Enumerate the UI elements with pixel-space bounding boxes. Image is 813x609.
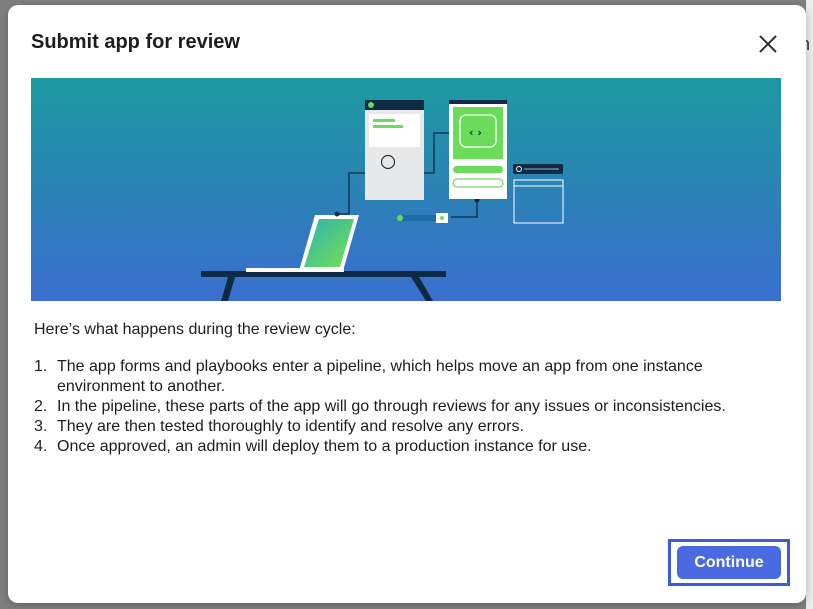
step-number: 2.: [34, 398, 48, 415]
list-item: 1. The app forms and playbooks enter a p…: [34, 357, 784, 397]
close-button[interactable]: [754, 30, 782, 58]
step-number: 3.: [34, 418, 48, 435]
continue-button[interactable]: Continue: [677, 546, 781, 579]
review-cycle-intro: Here’s what happens during the review cy…: [34, 321, 356, 338]
svg-text:‹ ›: ‹ ›: [469, 126, 482, 139]
close-icon: [759, 35, 777, 53]
step-text: In the pipeline, these parts of the app …: [57, 398, 726, 415]
step-number: 1.: [34, 358, 48, 375]
status-window-graphic: [513, 164, 564, 224]
list-item: 2. In the pipeline, these parts of the a…: [34, 397, 784, 417]
dialog-title: Submit app for review: [31, 31, 240, 53]
step-text: Once approved, an admin will deploy them…: [57, 438, 592, 455]
background-page-edge: [806, 0, 813, 609]
laptop-graphic: [246, 215, 359, 272]
step-text: They are then tested thoroughly to ident…: [57, 418, 524, 435]
laptop-pipeline-illustration: ‹ ›: [201, 100, 564, 301]
list-item: 3. They are then tested thoroughly to id…: [34, 417, 784, 437]
step-text: The app forms and playbooks enter a pipe…: [57, 358, 703, 395]
review-illustration-banner: ‹ ›: [31, 78, 781, 301]
submit-review-dialog: Submit app for review ‹ › Here’s what ha…: [8, 5, 806, 603]
step-number: 4.: [34, 438, 48, 455]
desk-graphic: [201, 271, 446, 301]
form-window-graphic: [365, 100, 424, 200]
list-item: 4. Once approved, an admin will deploy t…: [34, 437, 784, 457]
pipeline-node: [397, 213, 448, 223]
code-window-graphic: ‹ ›: [449, 100, 507, 199]
review-steps-list: 1. The app forms and playbooks enter a p…: [34, 357, 784, 457]
